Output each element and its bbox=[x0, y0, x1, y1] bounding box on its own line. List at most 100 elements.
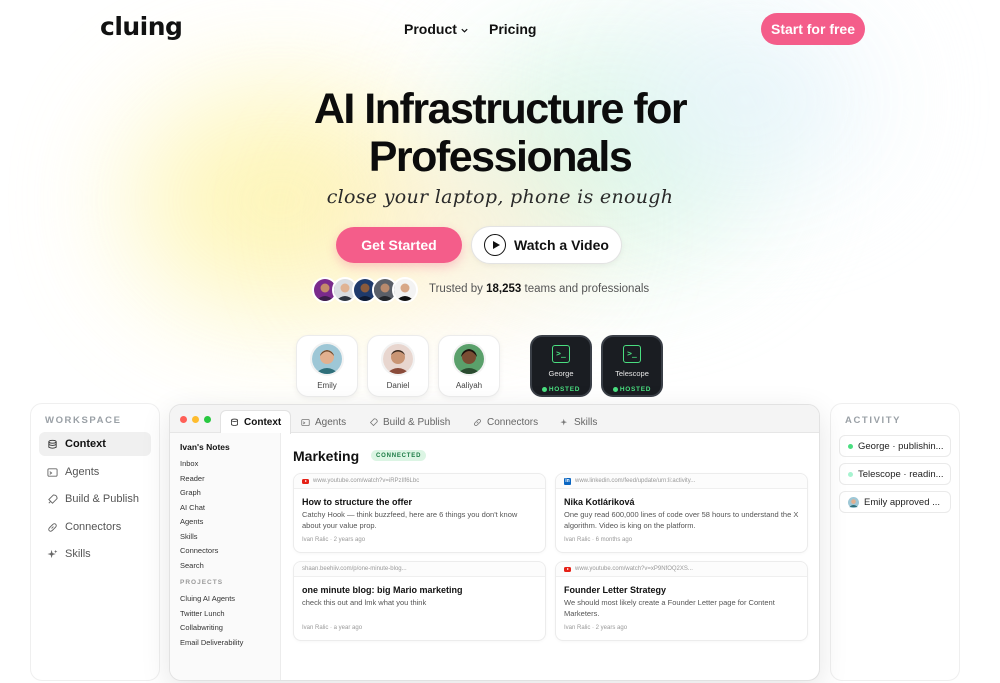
agent-name: Aaliyah bbox=[455, 381, 483, 390]
hosted-agent-telescope[interactable]: >_ Telescope HOSTED bbox=[601, 335, 663, 397]
agent-aaliyah[interactable]: Aaliyah bbox=[438, 335, 500, 397]
start-free-button[interactable]: Start for free bbox=[761, 13, 865, 45]
hosted-agent-name: George bbox=[548, 369, 574, 378]
link-icon bbox=[473, 418, 482, 426]
tab-context[interactable]: Context bbox=[220, 410, 292, 434]
terminal-icon bbox=[301, 418, 310, 426]
sidebar-item-label: Connectors bbox=[65, 521, 122, 533]
notes-sidebar: Ivan's Notes Inbox Reader Graph AI Chat … bbox=[170, 433, 281, 680]
content-card[interactable]: shaan.beehiiv.com/p/one-minute-blog... o… bbox=[293, 561, 546, 641]
tab-label: Build & Publish bbox=[383, 416, 451, 428]
terminal-icon bbox=[47, 467, 58, 478]
notes-item-connectors[interactable]: Connectors bbox=[180, 546, 218, 555]
database-icon bbox=[47, 439, 58, 450]
terminal-icon: >_ bbox=[552, 345, 570, 363]
activity-item[interactable]: George · publishin... bbox=[839, 435, 951, 457]
card-body: check this out and lmk what you think bbox=[302, 598, 427, 607]
link-icon bbox=[47, 522, 58, 533]
trust-text: Trusted by 18,253 teams and professional… bbox=[429, 283, 649, 295]
nav-pricing[interactable]: Pricing bbox=[489, 21, 536, 37]
notes-item-inbox[interactable]: Inbox bbox=[180, 459, 198, 468]
top-nav: cluing Product Pricing Start for free bbox=[0, 0, 1000, 56]
rocket-icon bbox=[47, 493, 58, 505]
sidebar-item-label: Agents bbox=[65, 466, 100, 478]
content-card[interactable]: in www.linkedin.com/feed/update/urn:li:ac… bbox=[555, 473, 808, 553]
card-title: Nika Kotláriková bbox=[564, 497, 635, 507]
get-started-button[interactable]: Get Started bbox=[336, 227, 462, 263]
sidebar-item-label: Skills bbox=[65, 548, 91, 560]
tab-label: Connectors bbox=[487, 416, 539, 428]
hosted-label: HOSTED bbox=[548, 386, 581, 393]
app-window: Context Agents Build & Publish Connector… bbox=[169, 404, 820, 681]
card-title: Founder Letter Strategy bbox=[564, 585, 667, 595]
youtube-icon bbox=[302, 478, 309, 484]
tab-connectors[interactable]: Connectors bbox=[464, 410, 547, 434]
notes-item-graph[interactable]: Graph bbox=[180, 488, 201, 497]
sidebar-item-connectors[interactable]: Connectors bbox=[39, 515, 151, 539]
connected-badge: CONNECTED bbox=[371, 450, 427, 461]
workspace-heading: WORKSPACE bbox=[45, 415, 122, 426]
sidebar-item-context[interactable]: Context bbox=[39, 432, 151, 456]
project-item[interactable]: Cluing AI Agents bbox=[180, 594, 235, 603]
window-titlebar: Context Agents Build & Publish Connector… bbox=[170, 405, 819, 434]
notes-heading: Ivan's Notes bbox=[180, 442, 230, 452]
activity-text: Emily approved ... bbox=[864, 496, 941, 508]
agent-name: Daniel bbox=[386, 381, 410, 390]
project-item[interactable]: Collabwriting bbox=[180, 623, 223, 632]
sparkles-icon bbox=[47, 549, 58, 560]
tab-skills[interactable]: Skills bbox=[551, 410, 606, 434]
card-url-bar: www.youtube.com/watch?v=xP9NfOQ2XS... bbox=[556, 562, 807, 577]
hero-title-line1: AI Infrastructure for bbox=[313, 85, 688, 133]
card-url: shaan.beehiiv.com/p/one-minute-blog... bbox=[302, 566, 407, 572]
notes-item-skills[interactable]: Skills bbox=[180, 532, 198, 541]
status-dot bbox=[848, 471, 853, 477]
chevron-down-icon bbox=[461, 28, 468, 33]
card-url-bar: in www.linkedin.com/feed/update/urn:li:ac… bbox=[556, 474, 807, 489]
content-card[interactable]: www.youtube.com/watch?v=xP9NfOQ2XS... Fo… bbox=[555, 561, 808, 641]
agent-daniel[interactable]: Daniel bbox=[367, 335, 429, 397]
activity-text: Telescope · readin... bbox=[858, 468, 944, 480]
activity-item[interactable]: Emily approved ... bbox=[839, 491, 951, 513]
notes-item-reader[interactable]: Reader bbox=[180, 474, 205, 483]
tab-agents[interactable]: Agents bbox=[292, 410, 355, 434]
notes-item-ai-chat[interactable]: AI Chat bbox=[180, 503, 205, 512]
minimize-window-button[interactable] bbox=[192, 416, 199, 423]
activity-item[interactable]: Telescope · readin... bbox=[839, 463, 951, 485]
card-meta: Ivan Ralic · 6 months ago bbox=[564, 537, 633, 543]
rocket-icon bbox=[369, 417, 378, 426]
nav-product[interactable]: Product bbox=[404, 21, 469, 37]
close-window-button[interactable] bbox=[180, 416, 187, 423]
maximize-window-button[interactable] bbox=[204, 416, 211, 423]
activity-heading: ACTIVITY bbox=[845, 415, 902, 426]
youtube-icon bbox=[564, 566, 571, 572]
card-url: www.youtube.com/watch?v=xP9NfOQ2XS... bbox=[575, 566, 693, 572]
notes-item-search[interactable]: Search bbox=[180, 561, 204, 570]
workspace-sidebar: WORKSPACE Context Agents Build & Publish… bbox=[30, 403, 160, 681]
hosted-agent-george[interactable]: >_ George HOSTED bbox=[530, 335, 592, 397]
hosted-badge: HOSTED bbox=[612, 386, 652, 393]
avatar bbox=[392, 277, 418, 303]
project-item[interactable]: Email Deliverability bbox=[180, 638, 243, 647]
sidebar-item-agents[interactable]: Agents bbox=[39, 460, 151, 484]
avatar bbox=[452, 342, 486, 376]
hosted-agent-name: Telescope bbox=[615, 369, 649, 378]
content-card[interactable]: www.youtube.com/watch?v=iRPzIlf6Lbc How … bbox=[293, 473, 546, 553]
project-item[interactable]: Twitter Lunch bbox=[180, 609, 225, 618]
card-meta: Ivan Ralic · 2 years ago bbox=[302, 537, 366, 543]
section-title: Marketing bbox=[293, 448, 360, 464]
sidebar-item-build-publish[interactable]: Build & Publish bbox=[39, 487, 151, 511]
card-meta: Ivan Ralic · 2 years ago bbox=[564, 625, 628, 631]
tab-label: Skills bbox=[574, 416, 598, 428]
tab-build-publish[interactable]: Build & Publish bbox=[360, 410, 459, 434]
notes-item-agents[interactable]: Agents bbox=[180, 517, 203, 526]
sidebar-item-skills[interactable]: Skills bbox=[39, 542, 151, 566]
hosted-label: HOSTED bbox=[619, 386, 652, 393]
logo[interactable]: cluing bbox=[100, 12, 183, 41]
watch-video-button[interactable]: Watch a Video bbox=[471, 226, 622, 264]
agent-emily[interactable]: Emily bbox=[296, 335, 358, 397]
card-title: How to structure the offer bbox=[302, 497, 413, 507]
database-icon bbox=[231, 418, 238, 426]
tab-label: Agents bbox=[315, 416, 347, 428]
sidebar-item-label: Build & Publish bbox=[65, 493, 139, 505]
card-body: Catchy Hook — think buzzfeed, here are 6… bbox=[302, 510, 518, 530]
